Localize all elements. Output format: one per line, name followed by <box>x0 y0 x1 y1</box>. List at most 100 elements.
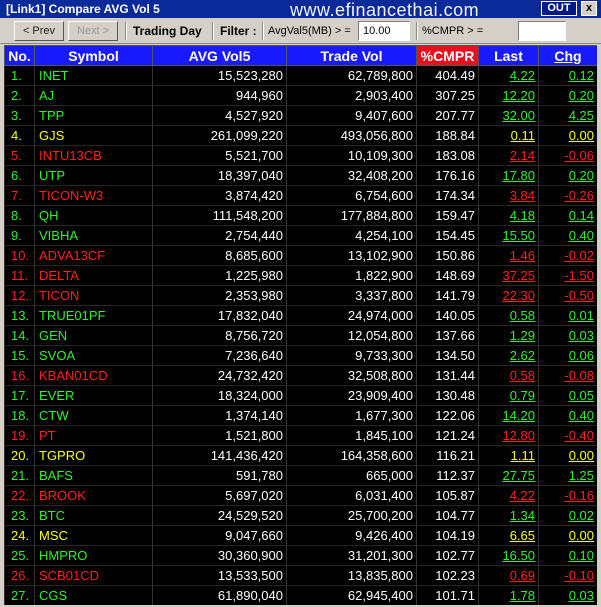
table-row[interactable]: 2. AJ 944,960 2,903,400 307.25 12.20 0.20 <box>4 85 597 106</box>
table-row[interactable]: 20. TGPRO 141,436,420 164,358,600 116.21 1.11… <box>4 445 597 466</box>
row-chg[interactable]: 0.01 <box>538 305 597 326</box>
table-row[interactable]: 25. HMPRO 30,360,900 31,201,300 102.77 16.50 0… <box>4 545 597 566</box>
row-last[interactable]: 14.20 <box>478 405 539 426</box>
row-symbol[interactable]: AJ <box>34 85 153 106</box>
row-symbol[interactable]: GJS <box>34 125 153 146</box>
table-row[interactable]: 22. BROOK 5,697,020 6,031,400 105.87 4.22 -0.1… <box>4 485 597 506</box>
prev-button[interactable]: < Prev <box>14 21 64 41</box>
row-symbol[interactable]: UTP <box>34 165 153 186</box>
row-last[interactable]: 0.58 <box>478 305 539 326</box>
row-last[interactable]: 1.46 <box>478 245 539 266</box>
row-symbol[interactable]: BAFS <box>34 465 153 486</box>
row-chg[interactable]: -1.50 <box>538 265 597 286</box>
row-chg[interactable]: 0.00 <box>538 445 597 466</box>
table-row[interactable]: 8. QH 111,548,200 177,884,800 159.47 4.18 0.14 <box>4 205 597 226</box>
row-last[interactable]: 0.11 <box>478 125 539 146</box>
row-last[interactable]: 12.20 <box>478 85 539 106</box>
table-row[interactable]: 17. EVER 18,324,000 23,909,400 130.48 0.79 0.0… <box>4 385 597 406</box>
row-last[interactable]: 1.34 <box>478 505 539 526</box>
row-chg[interactable]: -0.50 <box>538 285 597 306</box>
next-button[interactable]: Next > <box>68 21 118 41</box>
row-last[interactable]: 0.79 <box>478 385 539 406</box>
header-symbol[interactable]: Symbol <box>34 45 153 66</box>
row-last[interactable]: 27.75 <box>478 465 539 486</box>
row-chg[interactable]: 0.00 <box>538 125 597 146</box>
header-no[interactable]: No. <box>4 45 35 66</box>
row-symbol[interactable]: KBAN01CD <box>34 365 153 386</box>
table-row[interactable]: 24. MSC 9,047,660 9,426,400 104.19 6.65 0.00 <box>4 525 597 546</box>
table-row[interactable]: 1. INET 15,523,280 62,789,800 404.49 4.22 0.12 <box>4 65 597 86</box>
row-chg[interactable]: 0.20 <box>538 85 597 106</box>
row-chg[interactable]: 1.25 <box>538 465 597 486</box>
row-last[interactable]: 0.58 <box>478 365 539 386</box>
table-row[interactable]: 13. TRUE01PF 17,832,040 24,974,000 140.05 0.5… <box>4 305 597 326</box>
row-last[interactable]: 17.80 <box>478 165 539 186</box>
table-row[interactable]: 27. CGS 61,890,040 62,945,400 101.71 1.78 0.03 <box>4 585 597 605</box>
table-row[interactable]: 21. BAFS 591,780 665,000 112.37 27.75 1.25 <box>4 465 597 486</box>
header-trade-vol[interactable]: Trade Vol <box>286 45 417 66</box>
avg-filter-input[interactable]: 10.00 <box>358 21 410 41</box>
row-last[interactable]: 12.80 <box>478 425 539 446</box>
table-row[interactable]: 12. TICON 2,353,980 3,337,800 141.79 22.30 -0.… <box>4 285 597 306</box>
row-chg[interactable]: 0.20 <box>538 165 597 186</box>
table-row[interactable]: 6. UTP 18,397,040 32,408,200 176.16 17.80 0.20 <box>4 165 597 186</box>
table-row[interactable]: 7. TICON-W3 3,874,420 6,754,600 174.34 3.84 -0… <box>4 185 597 206</box>
table-row[interactable]: 3. TPP 4,527,920 9,407,600 207.77 32.00 4.25 <box>4 105 597 126</box>
row-last[interactable]: 37.25 <box>478 265 539 286</box>
row-symbol[interactable]: VIBHA <box>34 225 153 246</box>
row-last[interactable]: 32.00 <box>478 105 539 126</box>
row-last[interactable]: 1.78 <box>478 585 539 605</box>
row-chg[interactable]: 4.25 <box>538 105 597 126</box>
row-symbol[interactable]: MSC <box>34 525 153 546</box>
row-last[interactable]: 0.69 <box>478 565 539 586</box>
row-symbol[interactable]: SCB01CD <box>34 565 153 586</box>
header-last[interactable]: Last <box>478 45 539 66</box>
row-symbol[interactable]: CGS <box>34 585 153 605</box>
row-chg[interactable]: 0.03 <box>538 585 597 605</box>
header-cmpr[interactable]: %CMPR <box>416 45 479 66</box>
row-last[interactable]: 1.11 <box>478 445 539 466</box>
row-chg[interactable]: -0.10 <box>538 565 597 586</box>
row-symbol[interactable]: ADVA13CF <box>34 245 153 266</box>
header-chg[interactable]: Chg <box>538 45 597 66</box>
row-symbol[interactable]: HMPRO <box>34 545 153 566</box>
row-last[interactable]: 4.22 <box>478 485 539 506</box>
row-last[interactable]: 6.65 <box>478 525 539 546</box>
row-last[interactable]: 1.29 <box>478 325 539 346</box>
table-row[interactable]: 15. SVOA 7,236,640 9,733,300 134.50 2.62 0.06 <box>4 345 597 366</box>
row-chg[interactable]: -0.02 <box>538 245 597 266</box>
row-last[interactable]: 2.62 <box>478 345 539 366</box>
row-last[interactable]: 4.22 <box>478 65 539 86</box>
row-chg[interactable]: 0.02 <box>538 505 597 526</box>
row-chg[interactable]: 0.05 <box>538 385 597 406</box>
row-symbol[interactable]: TICON-W3 <box>34 185 153 206</box>
row-symbol[interactable]: TICON <box>34 285 153 306</box>
row-symbol[interactable]: BROOK <box>34 485 153 506</box>
row-symbol[interactable]: GEN <box>34 325 153 346</box>
row-symbol[interactable]: DELTA <box>34 265 153 286</box>
row-chg[interactable]: 0.12 <box>538 65 597 86</box>
row-symbol[interactable]: QH <box>34 205 153 226</box>
row-chg[interactable]: 0.14 <box>538 205 597 226</box>
row-chg[interactable]: -0.26 <box>538 185 597 206</box>
table-row[interactable]: 18. CTW 1,374,140 1,677,300 122.06 14.20 0.40 <box>4 405 597 426</box>
row-chg[interactable]: -0.06 <box>538 145 597 166</box>
cmpr-filter-input[interactable] <box>518 21 566 41</box>
row-symbol[interactable]: TRUE01PF <box>34 305 153 326</box>
close-button[interactable]: x <box>581 1 597 16</box>
row-symbol[interactable]: INET <box>34 65 153 86</box>
row-symbol[interactable]: PT <box>34 425 153 446</box>
table-row[interactable]: 4. GJS 261,099,220 493,056,800 188.84 0.11 0.0… <box>4 125 597 146</box>
row-chg[interactable]: 0.10 <box>538 545 597 566</box>
row-last[interactable]: 22.30 <box>478 285 539 306</box>
row-symbol[interactable]: BTC <box>34 505 153 526</box>
row-symbol[interactable]: CTW <box>34 405 153 426</box>
row-last[interactable]: 16.50 <box>478 545 539 566</box>
row-last[interactable]: 4.18 <box>478 205 539 226</box>
row-chg[interactable]: 0.00 <box>538 525 597 546</box>
row-last[interactable]: 3.84 <box>478 185 539 206</box>
table-row[interactable]: 14. GEN 8,756,720 12,054,800 137.66 1.29 0.03 <box>4 325 597 346</box>
row-symbol[interactable]: TGPRO <box>34 445 153 466</box>
table-row[interactable]: 19. PT 1,521,800 1,845,100 121.24 12.80 -0.40 <box>4 425 597 446</box>
row-chg[interactable]: -0.16 <box>538 485 597 506</box>
